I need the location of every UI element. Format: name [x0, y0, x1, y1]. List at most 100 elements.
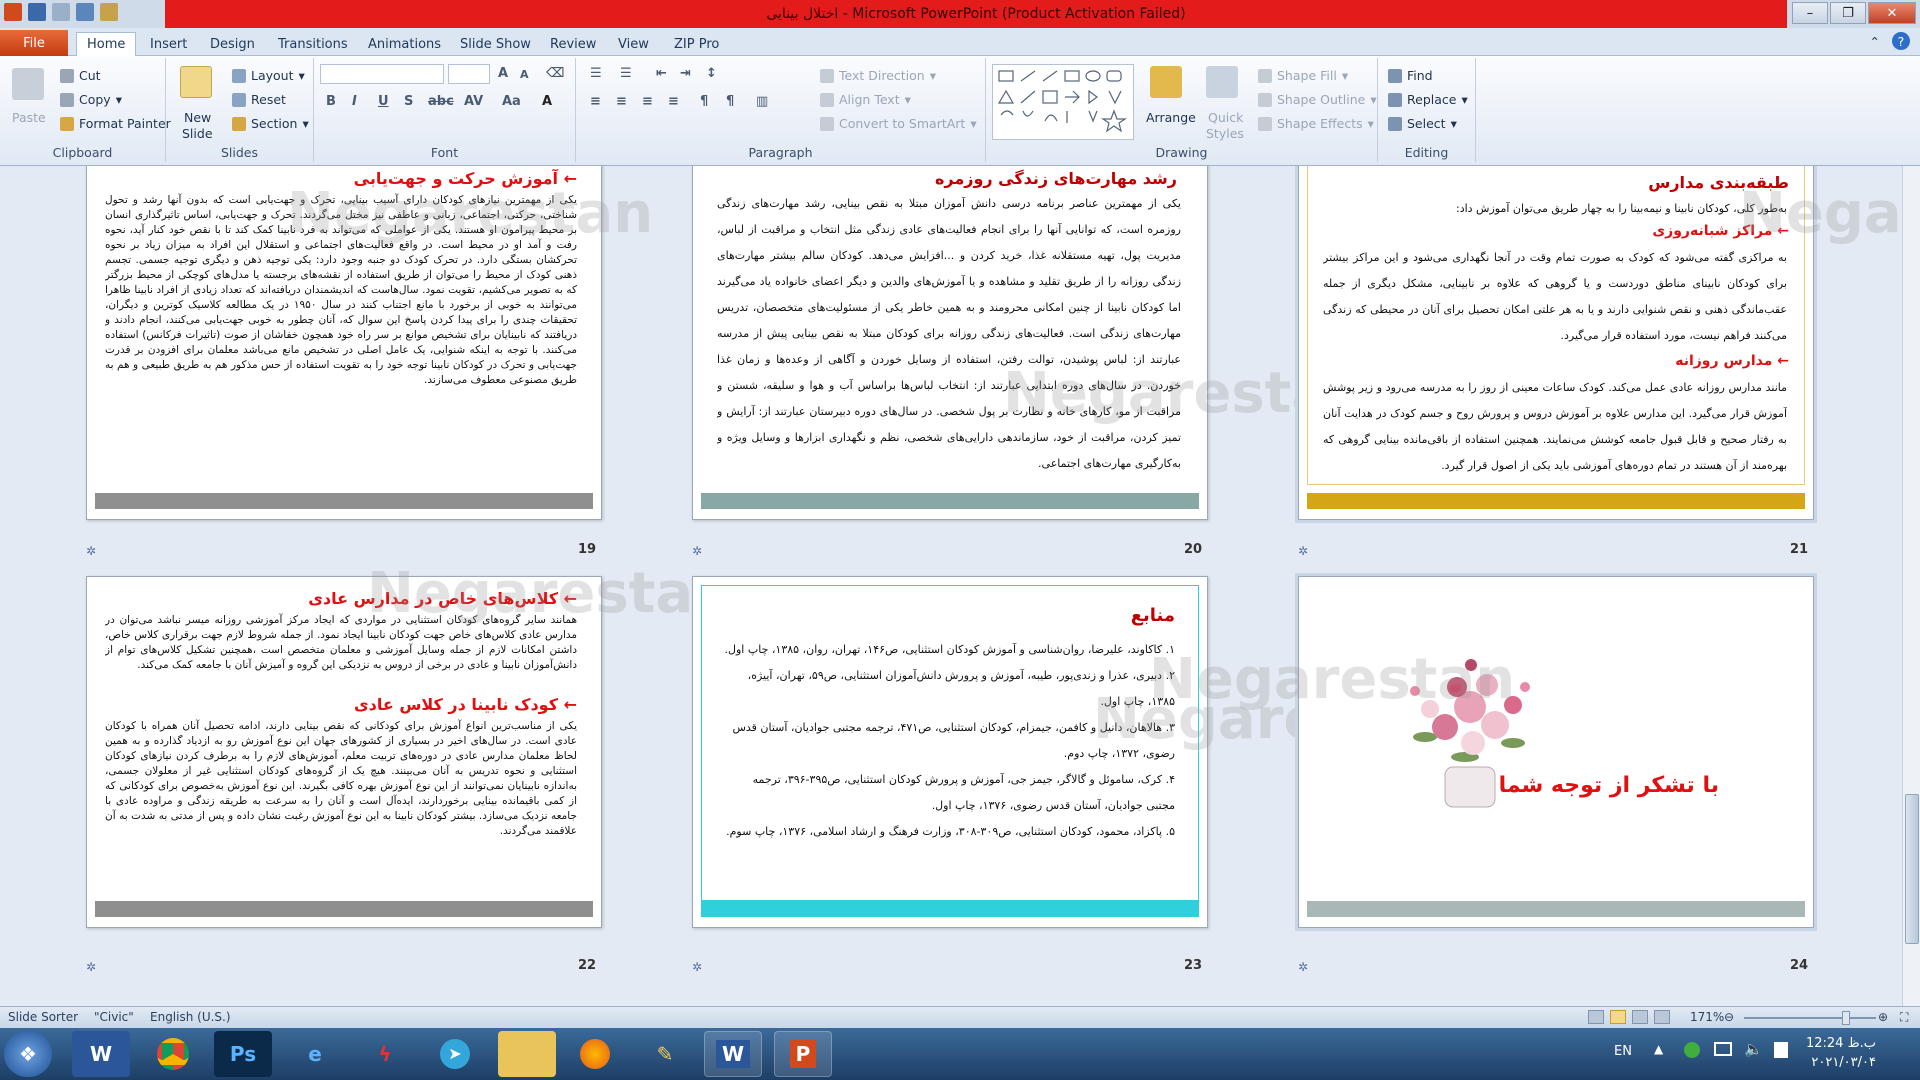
align-center-icon[interactable]: ≡ [616, 94, 627, 109]
system-clock[interactable]: 12:24 ب.ظ ۲۰۲۱/۰۳/۰۴ [1806, 1034, 1876, 1072]
slide-thumbnail-23[interactable]: منابع ۱. کاکاوند، علیرضا، روان‌شناسی و آ… [692, 576, 1459, 928]
strikethrough-icon[interactable]: abc [428, 94, 454, 109]
slide-thumbnail-21[interactable]: طبقه‌بندی مدارس به‌طور کلی، کودکان نابین… [1295, 166, 1902, 523]
font-color-icon[interactable]: A [542, 94, 552, 109]
tab-animations[interactable]: Animations [358, 32, 451, 56]
ltr-icon[interactable]: ¶ [700, 94, 708, 109]
customize-icon[interactable] [100, 3, 118, 21]
firefox-icon[interactable] [566, 1031, 624, 1077]
spacing-icon[interactable]: AV [464, 94, 483, 109]
zoom-level[interactable]: 171% [1690, 1010, 1724, 1024]
transition-icon[interactable]: ✲ [692, 544, 702, 558]
font-size-combo[interactable] [448, 64, 490, 84]
internet-explorer-icon[interactable]: e [286, 1031, 344, 1077]
shrink-font-icon[interactable]: A [520, 68, 529, 81]
transition-icon[interactable]: ✲ [1298, 960, 1308, 974]
restore-button[interactable]: ❐ [1830, 2, 1866, 24]
grow-font-icon[interactable]: A [498, 66, 508, 81]
slide-thumbnail-19[interactable]: ← آموزش حرکت و جهت‌یابی یکی از مهمترین ن… [86, 166, 653, 520]
format-painter-button[interactable]: Format Painter [60, 116, 171, 131]
section-button[interactable]: Section ▾ [232, 116, 309, 131]
help-icon[interactable]: ? [1892, 32, 1910, 50]
paste-button[interactable]: Paste [12, 110, 46, 125]
slide-sorter-view-icon[interactable] [1610, 1010, 1626, 1024]
columns-icon[interactable]: ▥ [756, 94, 768, 109]
shape-effects-button[interactable]: Shape Effects ▾ [1258, 116, 1374, 131]
convert-smartart-button[interactable]: Convert to SmartArt ▾ [820, 116, 977, 131]
numbering-icon[interactable]: ☰ [620, 66, 632, 81]
flash-icon[interactable]: ϟ [356, 1031, 414, 1077]
shapes-gallery[interactable] [992, 64, 1134, 140]
replace-button[interactable]: Replace ▾ [1388, 92, 1468, 107]
tab-slide-show[interactable]: Slide Show [450, 32, 541, 56]
decrease-indent-icon[interactable]: ⇤ [656, 66, 667, 81]
start-button-icon[interactable]: ❖ [4, 1031, 52, 1077]
file-explorer-icon[interactable] [498, 1031, 556, 1077]
save-icon[interactable] [28, 3, 46, 21]
input-language[interactable]: EN [1614, 1044, 1632, 1059]
tab-file[interactable]: File [0, 30, 68, 56]
undo-icon[interactable] [52, 3, 70, 21]
rtl-icon[interactable]: ¶ [726, 94, 734, 109]
tab-review[interactable]: Review [540, 32, 606, 56]
layout-button[interactable]: Layout ▾ [232, 68, 305, 83]
transition-icon[interactable]: ✲ [1298, 544, 1308, 558]
network-icon[interactable] [1714, 1042, 1732, 1056]
find-button[interactable]: Find [1388, 68, 1433, 83]
slide-thumbnail-24[interactable]: با تشکر از توجه شما Negarestan [1149, 573, 1817, 931]
shadow-icon[interactable]: S [404, 94, 413, 109]
bullets-icon[interactable]: ☰ [590, 66, 602, 81]
zoom-in-icon[interactable]: ⊕ [1878, 1010, 1888, 1024]
reset-button[interactable]: Reset [232, 92, 286, 107]
bold-icon[interactable]: B [326, 94, 336, 109]
scrollbar-thumb[interactable] [1905, 794, 1919, 944]
minimize-button[interactable]: – [1792, 2, 1828, 24]
underline-icon[interactable]: U [378, 94, 389, 109]
photoshop-icon[interactable]: Ps [214, 1031, 272, 1077]
language-indicator[interactable]: English (U.S.) [150, 1010, 231, 1024]
slideshow-view-icon[interactable] [1654, 1010, 1670, 1024]
word-icon[interactable]: W [72, 1031, 130, 1077]
slide-thumbnail-22[interactable]: ← کلاس‌های خاص در مدارس عادی همانند سایر… [86, 561, 733, 928]
clear-format-icon[interactable]: ⌫ [546, 66, 564, 81]
justify-icon[interactable]: ≡ [668, 94, 679, 109]
tab-insert[interactable]: Insert [140, 32, 197, 56]
change-case-icon[interactable]: Aa [502, 94, 521, 109]
font-name-combo[interactable] [320, 64, 444, 84]
zoom-slider[interactable] [1744, 1017, 1876, 1019]
volume-icon[interactable]: 🔈 [1744, 1040, 1763, 1058]
tab-design[interactable]: Design [200, 32, 265, 56]
normal-view-icon[interactable] [1588, 1010, 1604, 1024]
cut-button[interactable]: Cut [60, 68, 101, 83]
transition-icon[interactable]: ✲ [692, 960, 702, 974]
tab-home[interactable]: Home [76, 32, 137, 56]
telegram-icon[interactable]: ➤ [426, 1031, 484, 1077]
tab-view[interactable]: View [608, 32, 659, 56]
tab-transitions[interactable]: Transitions [268, 32, 358, 56]
text-direction-button[interactable]: Text Direction ▾ [820, 68, 936, 83]
align-left-icon[interactable]: ≡ [590, 94, 601, 109]
powerpoint-open-icon[interactable]: P [774, 1031, 832, 1077]
new-slide-button[interactable]: New [184, 110, 211, 125]
transition-icon[interactable]: ✲ [86, 544, 96, 558]
reading-view-icon[interactable] [1632, 1010, 1648, 1024]
repeat-icon[interactable] [76, 3, 94, 21]
chrome-icon[interactable] [144, 1031, 202, 1077]
show-hidden-icons-icon[interactable]: ▲ [1654, 1042, 1663, 1056]
word-open-icon[interactable]: W [704, 1031, 762, 1077]
action-center-icon[interactable] [1774, 1042, 1788, 1058]
copy-button[interactable]: Copy ▾ [60, 92, 122, 107]
increase-indent-icon[interactable]: ⇥ [680, 66, 691, 81]
line-spacing-icon[interactable]: ↕ [706, 66, 717, 81]
security-tray-icon[interactable] [1684, 1042, 1700, 1058]
close-button[interactable]: ✕ [1868, 2, 1916, 24]
slide-thumbnail-20[interactable]: رشد مهارت‌های زندگی روزمره یکی از مهمتری… [692, 166, 1369, 520]
arrange-button[interactable]: Arrange [1146, 110, 1196, 125]
italic-icon[interactable]: I [352, 94, 357, 109]
tab-zip-pro[interactable]: ZIP Pro [664, 32, 729, 56]
quick-styles-button[interactable]: Quick [1208, 110, 1243, 125]
zoom-slider-thumb[interactable] [1842, 1011, 1850, 1025]
zoom-out-icon[interactable]: ⊖ [1724, 1010, 1734, 1024]
fit-to-window-icon[interactable]: ⛶ [1900, 1010, 1908, 1025]
shape-fill-button[interactable]: Shape Fill ▾ [1258, 68, 1348, 83]
